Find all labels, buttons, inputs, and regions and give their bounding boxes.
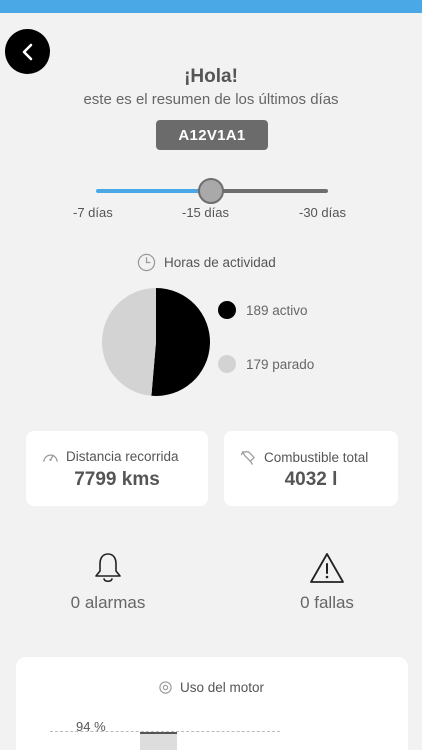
vehicle-plate-badge[interactable]: A12V1A1 [156,120,268,150]
slider-label-30[interactable]: -30 días [299,205,346,220]
legend-item-active: 189 activo [218,301,308,319]
bell-icon [95,553,121,583]
engine-usage-title: Uso del motor [158,680,264,695]
fuel-card: Combustible total 4032 l [224,431,398,506]
engine-usage-percent: 94 % [76,719,106,734]
legend-label-active: 189 activo [246,302,308,318]
slider-label-15[interactable]: -15 días [182,205,229,220]
faults-label: 0 fallas [300,593,354,612]
legend-label-stopped: 179 parado [246,356,315,372]
engine-usage-bar [140,732,177,750]
engine-usage-title-label: Uso del motor [180,680,265,695]
slider-label-7[interactable]: -7 días [73,205,113,220]
legend-item-stopped: 179 parado [218,355,314,373]
alarms-stat[interactable]: 0 alarmas [28,551,188,613]
fuel-card-title: Combustible total [240,449,368,466]
slider-track-empty [212,189,328,193]
engine-usage-card [16,657,408,750]
distance-card-title: Distancia recorrida [42,449,179,464]
greeting-title: ¡Hola! [184,66,238,87]
legend-dot-active [218,301,236,319]
fuel-nozzle-icon [240,451,255,465]
warning-icon [310,553,344,583]
alarms-label: 0 alarmas [70,593,146,612]
faults-stat[interactable]: 0 fallas [247,551,407,613]
distance-value: 7799 kms [74,469,160,490]
distance-card: Distancia recorrida 7799 kms [26,431,208,506]
slider-thumb[interactable] [198,178,224,204]
greeting-subtitle: este es el resumen de los últimos días [83,91,339,108]
gear-icon [159,681,172,694]
distance-title-label: Distancia recorrida [66,449,179,464]
pie-slice-parado [101,288,156,396]
legend-dot-stopped [218,355,236,373]
pie-slice-activo [151,288,210,396]
slider-track-filled [96,189,212,193]
fuel-value: 4032 l [284,469,338,490]
days-range-slider[interactable] [96,178,328,204]
speedometer-icon [43,453,58,462]
activity-hours-title: Horas de actividad [137,253,276,272]
fuel-title-label: Combustible total [264,450,369,465]
top-status-bar [0,0,422,13]
clock-icon [137,253,156,272]
activity-pie-chart [101,288,210,396]
chevron-left-icon [22,43,32,60]
activity-title-label: Horas de actividad [164,255,276,270]
